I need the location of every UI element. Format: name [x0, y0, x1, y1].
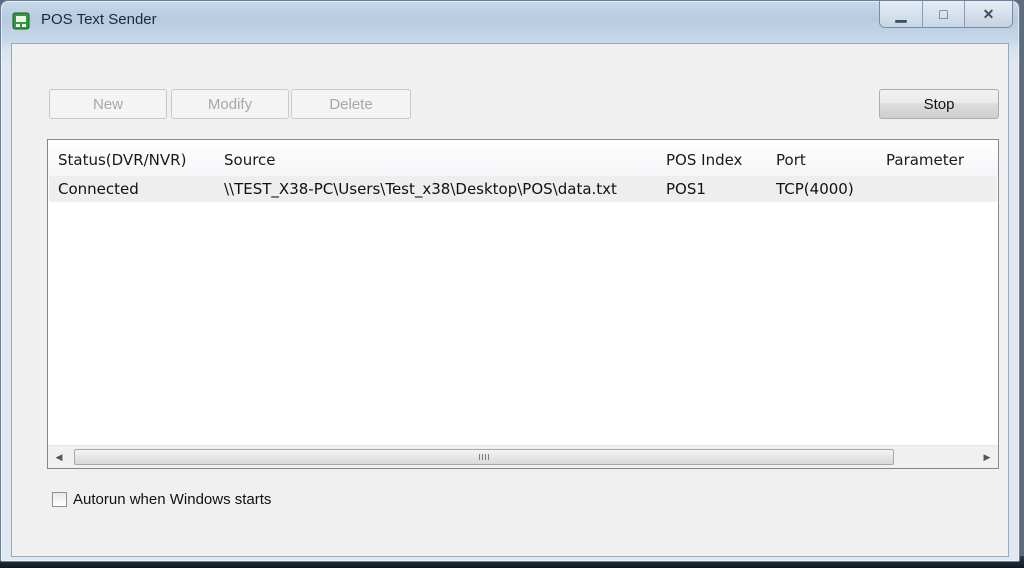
cell-status: Connected: [58, 180, 139, 198]
column-header-source[interactable]: Source: [224, 151, 276, 169]
scroll-left-arrow-icon[interactable]: ◀: [48, 446, 70, 468]
column-header-port[interactable]: Port: [776, 151, 806, 169]
column-header-status[interactable]: Status(DVR/NVR): [58, 151, 186, 169]
table-row[interactable]: Connected \\TEST_X38-PC\Users\Test_x38\D…: [49, 176, 997, 202]
pos-source-list[interactable]: Status(DVR/NVR) Source POS Index Port Pa…: [47, 139, 999, 469]
window-controls: ▁ □ ✕: [879, 1, 1013, 28]
stop-button[interactable]: Stop: [879, 89, 999, 119]
scroll-right-arrow-icon[interactable]: ▶: [976, 446, 998, 468]
autorun-checkbox[interactable]: [52, 492, 67, 507]
cell-source: \\TEST_X38-PC\Users\Test_x38\Desktop\POS…: [224, 180, 617, 198]
grip-icon: [479, 454, 491, 460]
horizontal-scrollbar[interactable]: ◀ ▶: [48, 445, 998, 468]
column-header-parameter[interactable]: Parameter: [886, 151, 964, 169]
maximize-icon: □: [939, 6, 948, 22]
scrollbar-thumb[interactable]: [74, 449, 894, 465]
delete-button[interactable]: Delete: [291, 89, 411, 119]
modify-button[interactable]: Modify: [171, 89, 289, 119]
cell-port: TCP(4000): [776, 180, 854, 198]
maximize-button[interactable]: □: [922, 1, 964, 27]
new-button[interactable]: New: [49, 89, 167, 119]
cell-pos-index: POS1: [666, 180, 706, 198]
pos-text-sender-window: POS Text Sender ▁ □ ✕ New Modify Delete …: [0, 0, 1020, 562]
autorun-label[interactable]: Autorun when Windows starts: [73, 491, 271, 508]
minimize-button[interactable]: ▁: [880, 1, 922, 27]
column-header-pos-index[interactable]: POS Index: [666, 151, 742, 169]
close-button[interactable]: ✕: [964, 1, 1012, 27]
list-header: Status(DVR/NVR) Source POS Index Port Pa…: [48, 140, 998, 177]
close-icon: ✕: [982, 5, 995, 22]
title-bar[interactable]: POS Text Sender ▁ □ ✕: [1, 1, 1019, 41]
client-area: New Modify Delete Stop Status(DVR/NVR) S…: [11, 43, 1009, 557]
window-title: POS Text Sender: [41, 11, 157, 28]
pos-sender-icon: [12, 12, 30, 30]
minimize-icon: ▁: [895, 5, 907, 22]
